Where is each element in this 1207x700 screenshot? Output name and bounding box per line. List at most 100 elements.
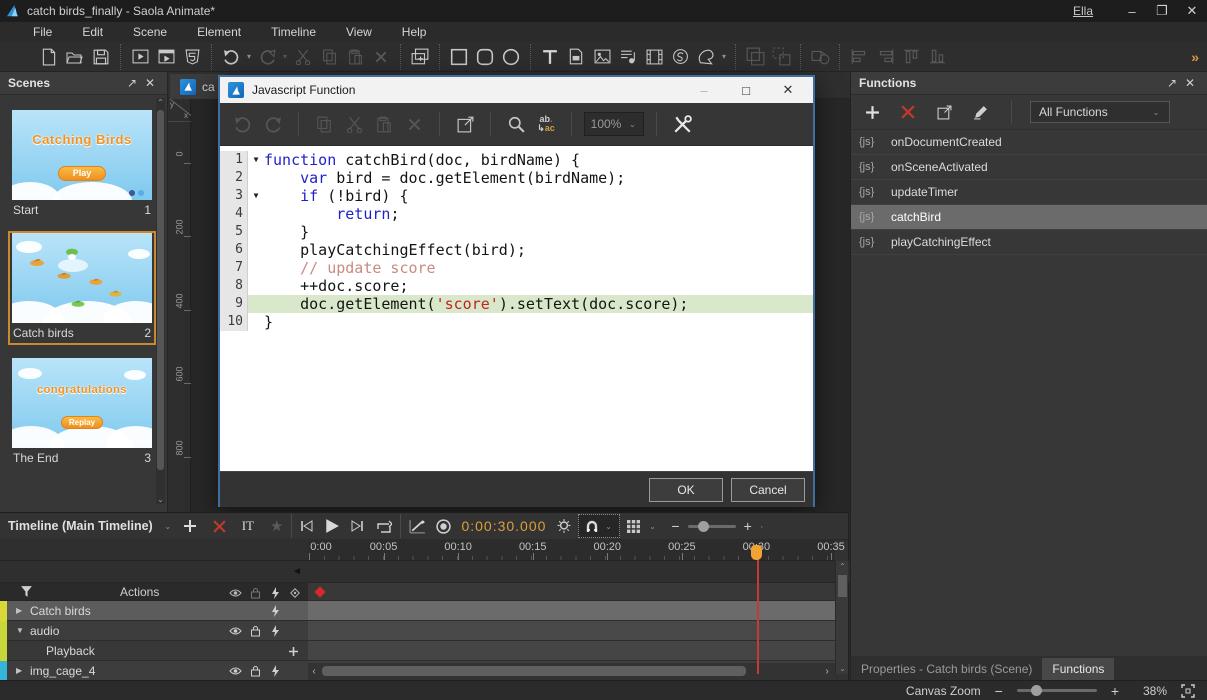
document-tab[interactable]: ca xyxy=(170,74,225,99)
scroll-left-icon[interactable]: ‹ xyxy=(308,666,320,677)
save-icon[interactable] xyxy=(88,45,114,69)
code-line-4[interactable]: 4 return; xyxy=(220,205,813,223)
scroll-down-icon[interactable]: ⌄ xyxy=(838,664,847,673)
function-item-catchBird[interactable]: {js} catchBird xyxy=(851,205,1207,230)
plus-icon[interactable] xyxy=(286,644,300,658)
menu-scene[interactable]: Scene xyxy=(118,23,182,41)
dialog-close-icon[interactable]: ✕ xyxy=(771,78,805,102)
scene-card-start[interactable]: Catching Birds Play Start 1 xyxy=(10,110,154,220)
add-scene-icon[interactable] xyxy=(407,45,433,69)
code-line-5[interactable]: 5 } xyxy=(220,223,813,241)
lock-icon[interactable] xyxy=(248,624,262,638)
ok-button[interactable]: OK xyxy=(649,477,723,502)
group-icon[interactable] xyxy=(742,45,768,69)
undo-dropdown-icon[interactable]: ▾ xyxy=(244,52,254,61)
highlight-bulb-icon[interactable] xyxy=(556,514,572,538)
code-redo-icon[interactable] xyxy=(260,111,286,137)
function-item-playCatchingEffect[interactable]: {js} playCatchingEffect xyxy=(851,230,1207,255)
play-icon[interactable] xyxy=(324,514,340,538)
auto-keyframe-icon[interactable] xyxy=(409,514,426,538)
minimize-button[interactable]: – xyxy=(1117,0,1147,22)
code-line-6[interactable]: 6 playCatchingEffect(bird); xyxy=(220,241,813,259)
code-line-10[interactable]: 10} xyxy=(220,313,813,331)
add-timeline-icon[interactable] xyxy=(183,514,197,538)
favorite-star-icon[interactable]: ★ xyxy=(270,514,283,538)
undo-icon[interactable] xyxy=(218,45,244,69)
collapse-track-icon[interactable]: ▼ xyxy=(16,626,24,635)
scene-card-catch-birds[interactable]: Catch birds 2 xyxy=(8,231,156,345)
canvas-zoom-in-icon[interactable]: + xyxy=(1111,683,1119,699)
open-project-icon[interactable] xyxy=(62,45,88,69)
playhead-marker[interactable] xyxy=(751,545,762,560)
timeline-vertical-scrollbar[interactable]: ⌃ ⌄ xyxy=(835,561,848,674)
align-right-icon[interactable] xyxy=(872,45,898,69)
dialog-minimize-icon[interactable]: – xyxy=(687,78,721,102)
code-editor[interactable]: 1 ▼ function catchBird(doc, birdName) {2 v… xyxy=(220,146,813,471)
tab-properties[interactable]: Properties - Catch birds (Scene) xyxy=(851,658,1042,680)
rectangle-tool-icon[interactable] xyxy=(446,45,472,69)
grid-dropdown-icon[interactable]: ⌄ xyxy=(647,522,657,531)
expand-track-icon[interactable]: ▶ xyxy=(16,666,22,675)
function-item-onSceneActivated[interactable]: {js} onSceneActivated xyxy=(851,155,1207,180)
toolbar-overflow-icon[interactable]: » xyxy=(1191,49,1199,65)
timeline-zoom-out-icon[interactable]: − xyxy=(671,518,679,534)
code-line-3[interactable]: 3 ▼ if (!bird) { xyxy=(220,187,813,205)
keyframe-marker[interactable] xyxy=(314,586,326,598)
timeline-dropdown-icon[interactable]: ⌄ xyxy=(163,522,173,531)
timeline-horizontal-scrollbar[interactable]: ‹ › xyxy=(308,663,835,680)
restore-button[interactable]: ❐ xyxy=(1147,0,1177,22)
align-bottom-icon[interactable] xyxy=(924,45,950,69)
tab-functions[interactable]: Functions xyxy=(1042,658,1115,680)
track-bar-catch-birds[interactable] xyxy=(308,601,835,621)
bolt-icon[interactable] xyxy=(268,624,282,638)
track-audio[interactable]: ▼ audio xyxy=(0,621,308,641)
record-icon[interactable] xyxy=(436,514,452,538)
bolt-column-icon[interactable] xyxy=(268,586,282,600)
code-delete-icon[interactable] xyxy=(401,111,427,137)
actions-track-bar[interactable] xyxy=(308,583,835,601)
filter-tracks-icon[interactable] xyxy=(20,580,33,604)
image-tool-icon[interactable] xyxy=(589,45,615,69)
new-document-icon[interactable] xyxy=(36,45,62,69)
canvas-zoom-slider[interactable] xyxy=(1016,685,1097,696)
functions-popout-icon[interactable]: ↗ xyxy=(1163,74,1181,92)
code-zoom-dropdown[interactable]: 100% ⌄ xyxy=(584,112,644,136)
dialog-maximize-icon[interactable]: □ xyxy=(729,78,763,102)
scene-thumbnail-the-end[interactable]: congratulations Replay xyxy=(12,358,152,448)
align-top-icon[interactable] xyxy=(898,45,924,69)
eye-column-icon[interactable] xyxy=(228,586,242,600)
function-item-onDocumentCreated[interactable]: {js} onDocumentCreated xyxy=(851,130,1207,155)
freeform-tool-icon[interactable] xyxy=(693,45,719,69)
menu-view[interactable]: View xyxy=(331,23,387,41)
scene-card-the-end[interactable]: congratulations Replay The End 3 xyxy=(10,358,154,468)
ungroup-icon[interactable] xyxy=(768,45,794,69)
ellipse-tool-icon[interactable] xyxy=(498,45,524,69)
preview-project-icon[interactable] xyxy=(153,45,179,69)
eye-icon[interactable] xyxy=(228,664,242,678)
fold-toggle-icon[interactable]: ▼ xyxy=(248,187,264,205)
fold-toggle-icon[interactable]: ▼ xyxy=(248,151,264,169)
scroll-up-icon[interactable]: ⌃ xyxy=(838,562,847,571)
track-bar-playback[interactable] xyxy=(308,641,835,661)
scenes-scrollbar[interactable]: ⌃ ⌄ xyxy=(156,98,165,504)
menu-file[interactable]: File xyxy=(18,23,67,41)
lock-column-icon[interactable] xyxy=(248,586,262,600)
track-catch-birds[interactable]: ▶ Catch birds xyxy=(0,601,308,621)
track-img_cage_4[interactable]: ▶ img_cage_4 xyxy=(0,661,308,681)
add-function-icon[interactable] xyxy=(859,100,885,124)
convert-to-symbol-icon[interactable] xyxy=(807,45,833,69)
scroll-down-icon[interactable]: ⌄ xyxy=(156,495,165,504)
menu-help[interactable]: Help xyxy=(387,23,442,41)
go-to-start-icon[interactable] xyxy=(300,514,314,538)
code-paste-icon[interactable] xyxy=(371,111,397,137)
go-to-end-icon[interactable] xyxy=(350,514,364,538)
scroll-up-icon[interactable]: ⌃ xyxy=(156,98,165,107)
snap-toggle[interactable]: ⌄ xyxy=(578,514,621,538)
scene-thumbnail-start[interactable]: Catching Birds Play xyxy=(12,110,152,200)
scenes-close-icon[interactable]: ✕ xyxy=(141,74,159,92)
symbol-tool-icon[interactable] xyxy=(667,45,693,69)
lock-icon[interactable] xyxy=(248,664,262,678)
loop-playback-icon[interactable] xyxy=(376,514,393,538)
code-line-9[interactable]: 9 doc.getElement('score').setText(doc.sc… xyxy=(220,295,813,313)
track-bar-audio[interactable] xyxy=(308,621,835,641)
